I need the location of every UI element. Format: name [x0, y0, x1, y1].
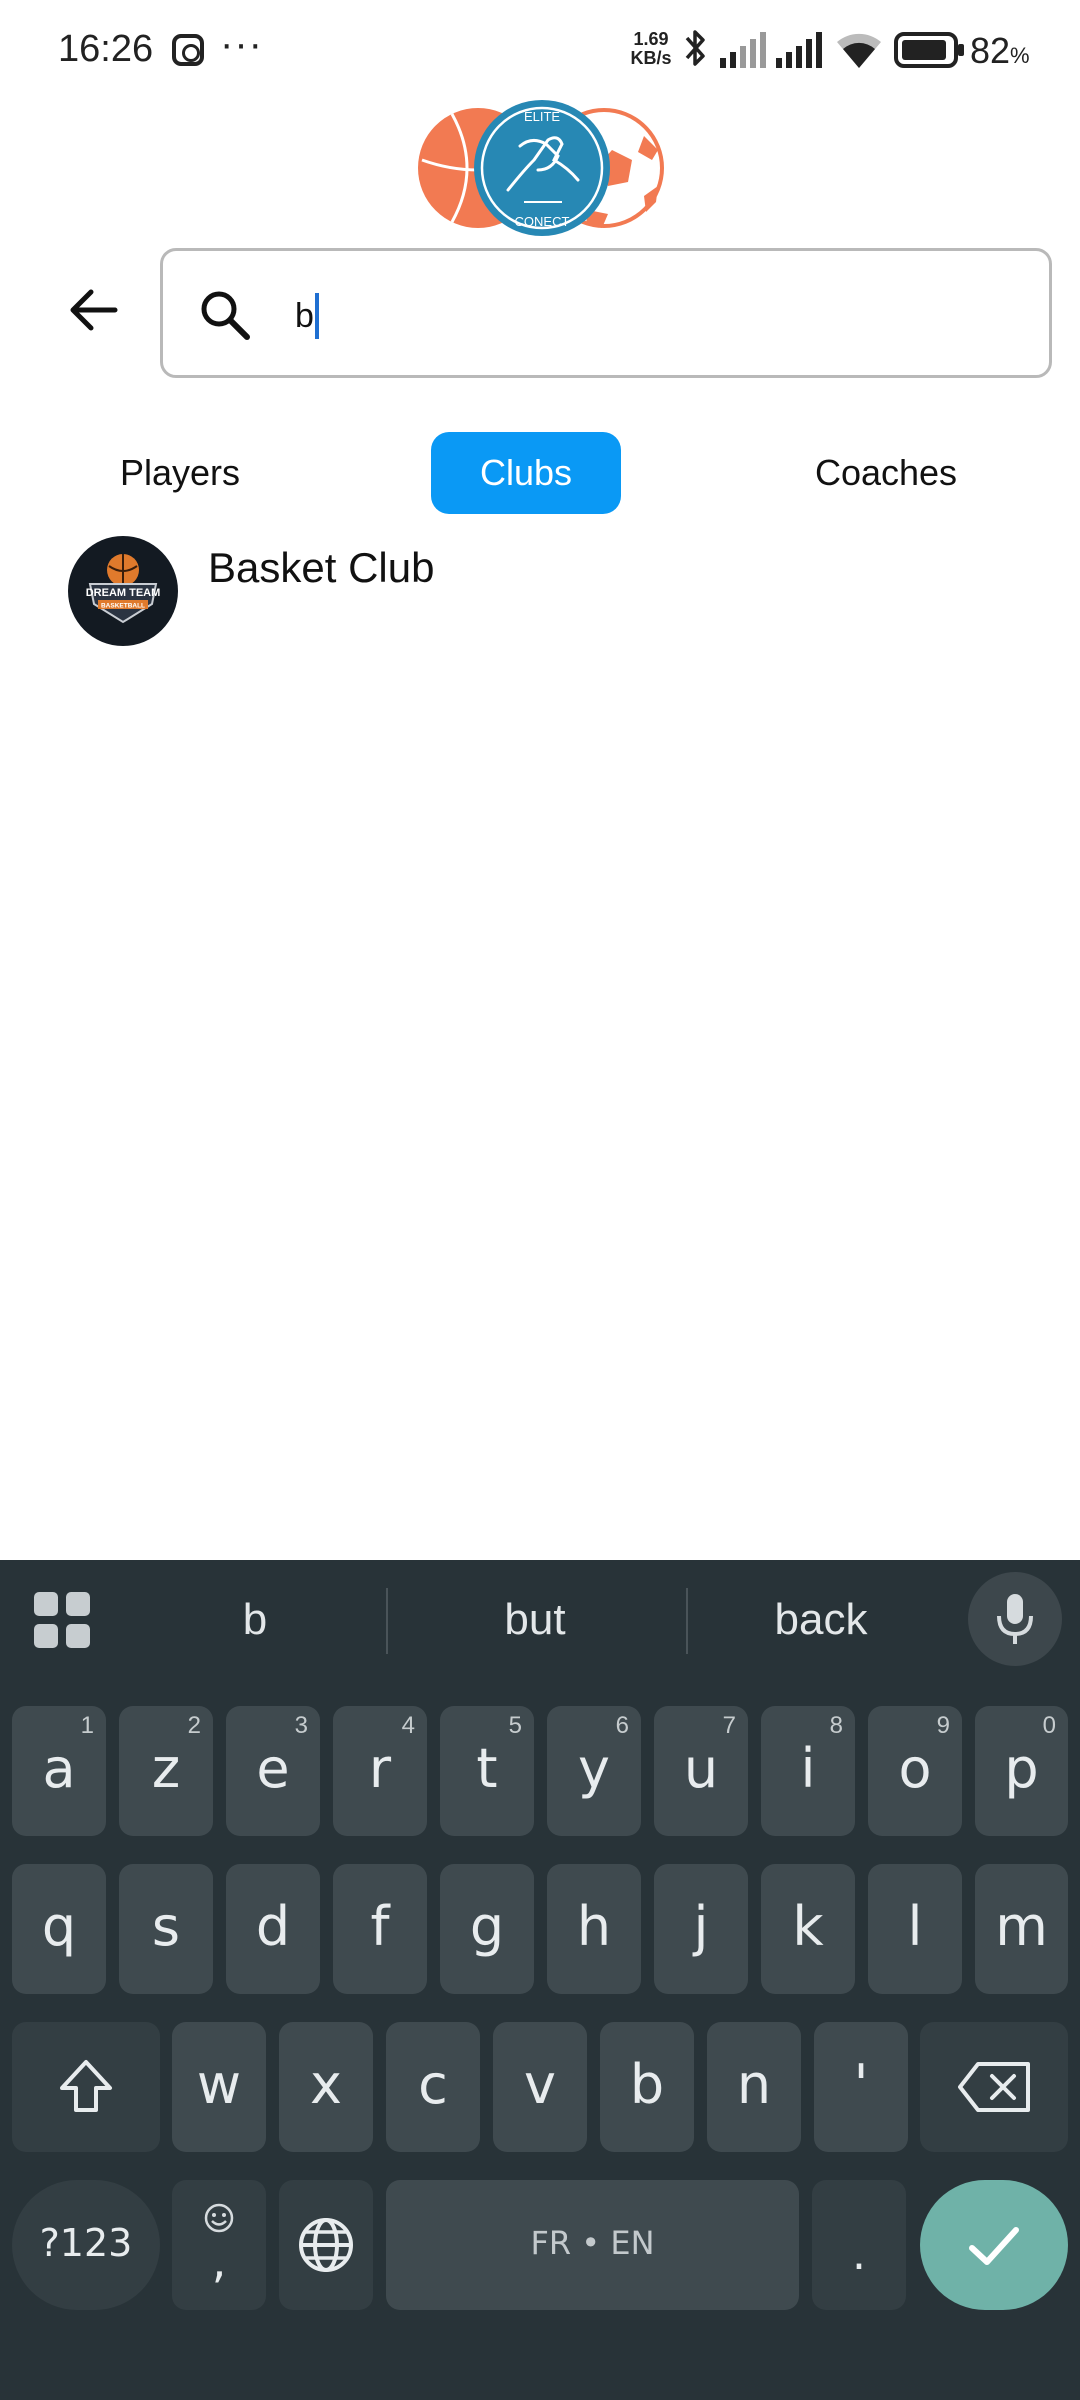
bluetooth-icon [685, 30, 705, 66]
key-i[interactable]: i8 [761, 1706, 855, 1836]
key-b[interactable]: b [600, 2022, 694, 2152]
symbols-key[interactable]: ?123 [12, 2180, 160, 2310]
key-v[interactable]: v [493, 2022, 587, 2152]
key-h[interactable]: h [547, 1864, 641, 1994]
key-u[interactable]: u7 [654, 1706, 748, 1836]
logo-top-text: ELITE [524, 109, 560, 124]
network-speed-unit: KB/s [630, 48, 672, 68]
tab-players[interactable]: Players [94, 432, 266, 514]
key-o[interactable]: o9 [868, 1706, 962, 1836]
key-k[interactable]: k [761, 1864, 855, 1994]
more-notifications-icon: ··· [220, 22, 263, 66]
wifi-icon [837, 33, 881, 68]
signal-icon [720, 32, 766, 68]
key-f[interactable]: f [333, 1864, 427, 1994]
logo-bottom-text: CONECT [515, 214, 570, 229]
search-input[interactable] [295, 289, 995, 343]
search-icon [201, 291, 250, 340]
key-w[interactable]: w [172, 2022, 266, 2152]
network-speed-value: 1.69 [633, 29, 669, 49]
search-box[interactable] [160, 248, 1052, 378]
club-logo-image: DREAM TEAM BASKETBALL [86, 554, 161, 624]
suggestion-bar: b but back [0, 1560, 1080, 1680]
tab-coaches[interactable]: Coaches [786, 432, 986, 514]
backspace-key[interactable] [920, 2022, 1068, 2152]
microphone-icon [997, 1594, 1033, 1644]
enter-key[interactable] [920, 2180, 1068, 2310]
club-name: Basket Club [208, 544, 435, 591]
arrow-left-icon [70, 289, 118, 331]
suggestion-3[interactable]: back [716, 1588, 926, 1652]
on-screen-keyboard: b but back a1 z2 e3 r4 t5 y6 u7 i8 o9 p0… [0, 1560, 1080, 2400]
club-logo-subtext: BASKETBALL [101, 603, 145, 610]
shift-arrow-icon [60, 2060, 112, 2112]
key-l[interactable]: l [868, 1864, 962, 1994]
key-m[interactable]: m [975, 1864, 1068, 1994]
key-g[interactable]: g [440, 1864, 534, 1994]
suggestion-divider [686, 1588, 688, 1654]
period-key[interactable]: . [812, 2180, 906, 2310]
microphone-button[interactable] [968, 1572, 1062, 1666]
space-key[interactable]: FR • EN [386, 2180, 799, 2310]
back-button[interactable] [56, 272, 132, 348]
key-s[interactable]: s [119, 1864, 213, 1994]
apps-grid-icon[interactable] [34, 1592, 90, 1648]
key-d[interactable]: d [226, 1864, 320, 1994]
instagram-icon [172, 34, 204, 66]
key-y[interactable]: y6 [547, 1706, 641, 1836]
app-logo: ELITE CONECT [418, 100, 664, 236]
checkmark-icon [969, 2227, 1019, 2265]
key-r[interactable]: r4 [333, 1706, 427, 1836]
globe-icon [299, 2218, 353, 2272]
key-q[interactable]: q [12, 1864, 106, 1994]
signal-icon-2 [776, 32, 822, 68]
suggestion-divider [386, 1588, 388, 1654]
club-logo-text: DREAM TEAM [86, 587, 161, 599]
battery-icon [894, 32, 964, 68]
language-key[interactable] [279, 2180, 373, 2310]
text-cursor [315, 293, 319, 339]
list-item[interactable]: DREAM TEAM BASKETBALL Basket Club [68, 536, 768, 648]
key-n[interactable]: n [707, 2022, 801, 2152]
key-a[interactable]: a1 [12, 1706, 106, 1836]
shift-key[interactable] [12, 2022, 160, 2152]
key-j[interactable]: j [654, 1864, 748, 1994]
key-p[interactable]: p0 [975, 1706, 1068, 1836]
backspace-icon [958, 2062, 1030, 2112]
network-speed: 1.69 KB/s [628, 30, 674, 68]
status-time: 16:26 [58, 28, 154, 70]
key-apostrophe[interactable]: ' [814, 2022, 908, 2152]
emoji-comma-key[interactable]: , [172, 2180, 266, 2310]
key-x[interactable]: x [279, 2022, 373, 2152]
suggestion-2[interactable]: but [430, 1588, 640, 1652]
key-t[interactable]: t5 [440, 1706, 534, 1836]
key-z[interactable]: z2 [119, 1706, 213, 1836]
key-e[interactable]: e3 [226, 1706, 320, 1836]
tab-clubs[interactable]: Clubs [431, 432, 621, 514]
battery-percent: 82% [970, 30, 1030, 71]
category-tabs: Players Clubs Coaches [0, 432, 1080, 514]
key-c[interactable]: c [386, 2022, 480, 2152]
suggestion-1[interactable]: b [150, 1588, 360, 1652]
status-bar: 16:26 ··· 1.69 KB/s 82% [0, 0, 1080, 100]
club-avatar: DREAM TEAM BASKETBALL [68, 536, 178, 646]
